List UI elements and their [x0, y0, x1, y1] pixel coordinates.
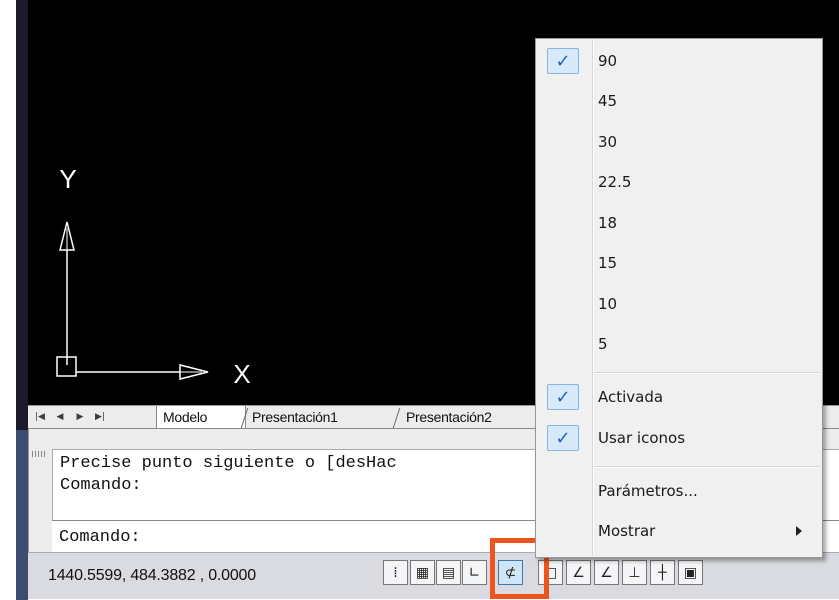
menu-item-5[interactable]: 5: [538, 327, 820, 361]
check-icon: ✓: [547, 384, 579, 410]
menu-item-30[interactable]: 30: [538, 125, 820, 159]
window-left-edge: [0, 0, 28, 600]
menu-item-45[interactable]: 45: [538, 84, 820, 118]
infer-constraints-button[interactable]: ⁞: [383, 560, 408, 585]
check-icon: ✓: [547, 48, 579, 74]
left-dark-bar: [16, 0, 28, 430]
menu-item-label: Parámetros...: [598, 482, 698, 500]
polar-tracking-context-menu: ✓ 90 45 30 22.5 18 15 10 5 ✓ Activada ✓ …: [535, 38, 823, 558]
y-axis-label: Y: [59, 164, 76, 194]
submenu-arrow-icon: [796, 526, 802, 536]
menu-item-label: 5: [598, 335, 608, 353]
menu-separator: [594, 466, 820, 468]
menu-item-mostrar[interactable]: Mostrar: [538, 514, 820, 548]
last-tab-button[interactable]: ▶|: [94, 410, 106, 424]
menu-item-parametros[interactable]: Parámetros...: [538, 474, 820, 508]
command-prompt: Comando:: [59, 528, 141, 547]
tab-presentacion2[interactable]: Presentación2: [400, 406, 552, 428]
menu-separator: [594, 372, 820, 374]
next-tab-button[interactable]: ▶: [74, 410, 86, 424]
dynamic-ucs-button[interactable]: ⊥: [622, 560, 647, 585]
coordinate-readout[interactable]: 1440.5599, 484.3882 , 0.0000: [48, 567, 256, 585]
menu-item-label: 90: [598, 52, 618, 70]
menu-item-label: Mostrar: [598, 522, 656, 540]
command-history-line: Comando:: [60, 476, 142, 495]
ortho-mode-button[interactable]: ∟: [462, 560, 487, 585]
first-tab-button[interactable]: |◀: [34, 410, 46, 424]
lineweight-button[interactable]: ▣: [678, 560, 703, 585]
menu-item-label: Activada: [598, 388, 664, 406]
grid-display-button[interactable]: ▤: [436, 560, 461, 585]
menu-item-15[interactable]: 15: [538, 246, 820, 280]
snap-mode-button[interactable]: ▦: [410, 560, 435, 585]
previous-tab-button[interactable]: ◀: [54, 410, 66, 424]
menu-item-label: 30: [598, 133, 618, 151]
menu-item-label: 18: [598, 214, 618, 232]
left-blue-bar: [16, 430, 28, 600]
status-bar: 1440.5599, 484.3882 , 0.0000 ⁞ ▦ ▤ ∟ ⊄ □ ∠ ∠ ⊥ ┼ ▣: [28, 552, 839, 599]
menu-item-90[interactable]: ✓ 90: [538, 44, 820, 78]
dynamic-input-button[interactable]: ┼: [650, 560, 675, 585]
menu-item-label: 15: [598, 254, 618, 272]
command-history-line: Precise punto siguiente o [desHac: [60, 454, 397, 473]
menu-item-label: 10: [598, 295, 618, 313]
menu-item-label: 45: [598, 92, 618, 110]
3d-object-snap-button[interactable]: ∠: [566, 560, 591, 585]
object-snap-tracking-button[interactable]: ∠: [594, 560, 619, 585]
grip-handle[interactable]: [32, 451, 46, 457]
menu-item-22-5[interactable]: 22.5: [538, 165, 820, 199]
menu-item-label: Usar iconos: [598, 429, 686, 447]
x-axis-label: X: [233, 359, 250, 389]
tab-modelo[interactable]: Modelo: [156, 406, 246, 428]
check-icon: ✓: [547, 425, 579, 451]
menu-item-label: 22.5: [598, 173, 632, 191]
menu-item-10[interactable]: 10: [538, 287, 820, 321]
tab-presentacion1[interactable]: Presentación1: [246, 406, 378, 428]
menu-item-usar-iconos[interactable]: ✓ Usar iconos: [538, 421, 820, 455]
menu-item-18[interactable]: 18: [538, 206, 820, 240]
menu-item-activada[interactable]: ✓ Activada: [538, 380, 820, 414]
